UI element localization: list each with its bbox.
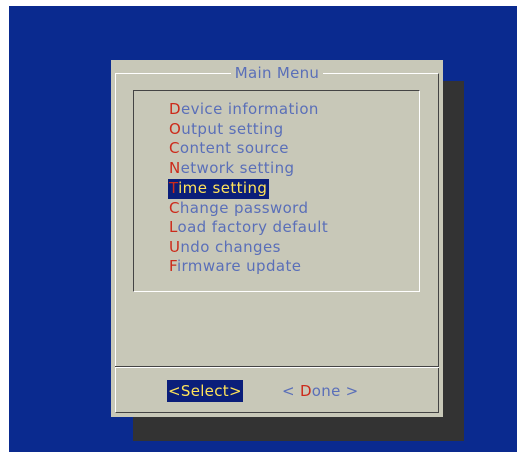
menu-item-content-source[interactable]: Content source xyxy=(168,139,330,159)
menu-item-firmware-update[interactable]: Firmware update xyxy=(168,257,330,277)
hotkey-letter: U xyxy=(169,237,181,256)
menu-item-label: ime setting xyxy=(178,179,268,197)
button-row: <Select> < Done > xyxy=(111,380,443,402)
menu-item-label: hange password xyxy=(179,198,309,217)
main-menu-dialog: Main Menu Device information Output sett… xyxy=(111,60,443,417)
menu-item-undo-changes[interactable]: Undo changes xyxy=(168,238,330,258)
menu-item-label: evice information xyxy=(180,100,319,118)
menu-item-device-information[interactable]: Device information xyxy=(168,100,330,120)
button-separator xyxy=(115,366,439,368)
done-button[interactable]: < Done > xyxy=(281,380,360,402)
menu-item-label: etwork setting xyxy=(180,158,295,177)
hotkey-letter: F xyxy=(169,257,177,275)
menu-item-change-password[interactable]: Change password xyxy=(168,199,330,219)
hotkey-letter: N xyxy=(169,158,181,177)
terminal-screen: Main Menu Device information Output sett… xyxy=(9,6,517,452)
menu-item-label: oad factory default xyxy=(177,218,329,236)
menu-item-network-setting[interactable]: Network setting xyxy=(168,159,330,179)
hotkey-letter: D xyxy=(169,100,181,118)
hotkey-letter: D xyxy=(299,382,312,400)
menu-list-box: Device information Output setting Conten… xyxy=(133,90,420,292)
menu-item-label: ontent source xyxy=(179,139,289,157)
done-button-label: one > xyxy=(311,382,359,400)
menu-item-label: utput setting xyxy=(181,119,284,138)
dialog-title-bar: Main Menu xyxy=(111,63,443,83)
menu-item-output-setting[interactable]: Output setting xyxy=(168,120,330,140)
menu-item-time-setting[interactable]: Time setting xyxy=(168,179,270,199)
select-button[interactable]: <Select> xyxy=(167,380,243,402)
done-button-prefix: < xyxy=(282,382,300,400)
menu-list: Device information Output setting Conten… xyxy=(168,100,330,277)
hotkey-letter: C xyxy=(169,139,180,157)
dialog-title: Main Menu xyxy=(230,63,324,83)
menu-item-label: irmware update xyxy=(176,257,302,275)
menu-item-label: ndo changes xyxy=(180,237,281,256)
hotkey-letter: L xyxy=(169,218,178,236)
hotkey-letter: C xyxy=(169,198,180,217)
menu-item-load-factory-default[interactable]: Load factory default xyxy=(168,218,330,238)
hotkey-letter: T xyxy=(169,179,179,197)
hotkey-letter: O xyxy=(169,119,182,138)
